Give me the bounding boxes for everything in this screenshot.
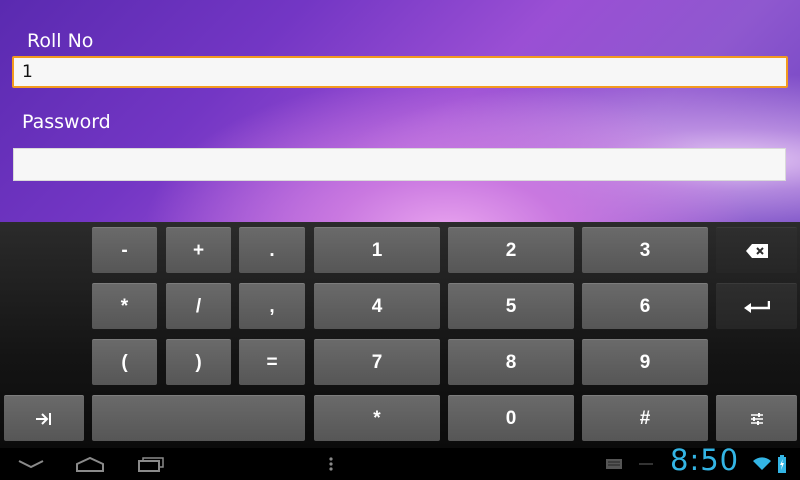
key-3[interactable]: 3 <box>582 227 708 273</box>
key-minus[interactable]: - <box>92 227 157 273</box>
key-slash[interactable]: / <box>166 283 231 329</box>
key-0[interactable]: 0 <box>448 395 574 441</box>
key-1[interactable]: 1 <box>314 227 440 273</box>
keyboard-icon[interactable] <box>604 454 624 474</box>
password-label: Password <box>22 111 111 133</box>
key-5[interactable]: 5 <box>448 283 574 329</box>
battery-icon <box>776 454 788 474</box>
key-2[interactable]: 2 <box>448 227 574 273</box>
key-6[interactable]: 6 <box>582 283 708 329</box>
enter-icon <box>743 300 770 314</box>
space-key[interactable] <box>92 395 305 441</box>
menu-icon[interactable] <box>326 454 336 474</box>
rollno-input[interactable]: 1 <box>12 56 788 88</box>
key-9[interactable]: 9 <box>582 339 708 385</box>
home-icon[interactable] <box>74 454 106 474</box>
rollno-label: Roll No <box>27 30 94 52</box>
back-icon[interactable] <box>16 454 46 474</box>
tab-icon <box>36 412 52 425</box>
settings-key[interactable] <box>716 395 797 441</box>
backspace-icon <box>745 243 768 258</box>
key-asterisk-2[interactable]: * <box>314 395 440 441</box>
app-screen: Roll No 1 Password <box>0 0 800 222</box>
key-equals[interactable]: = <box>239 339 305 385</box>
key-open-paren[interactable]: ( <box>92 339 157 385</box>
key-4[interactable]: 4 <box>314 283 440 329</box>
key-period[interactable]: . <box>239 227 305 273</box>
tab-key[interactable] <box>4 395 84 441</box>
key-close-paren[interactable]: ) <box>166 339 231 385</box>
key-hash[interactable]: # <box>582 395 708 441</box>
recent-apps-icon[interactable] <box>136 454 166 474</box>
key-7[interactable]: 7 <box>314 339 440 385</box>
numeric-keyboard: - + . 1 2 3 * / , 4 5 6 ( ) = 7 8 9 * 0 … <box>0 222 800 448</box>
divider <box>638 454 654 474</box>
wifi-icon <box>752 454 772 474</box>
delete-key[interactable] <box>716 227 797 273</box>
key-comma[interactable]: , <box>239 283 305 329</box>
password-input[interactable] <box>13 148 786 181</box>
key-8[interactable]: 8 <box>448 339 574 385</box>
enter-key[interactable] <box>716 283 797 329</box>
key-plus[interactable]: + <box>166 227 231 273</box>
settings-sliders-icon <box>750 412 764 426</box>
status-clock: 8:50 <box>670 443 740 477</box>
key-asterisk[interactable]: * <box>92 283 157 329</box>
